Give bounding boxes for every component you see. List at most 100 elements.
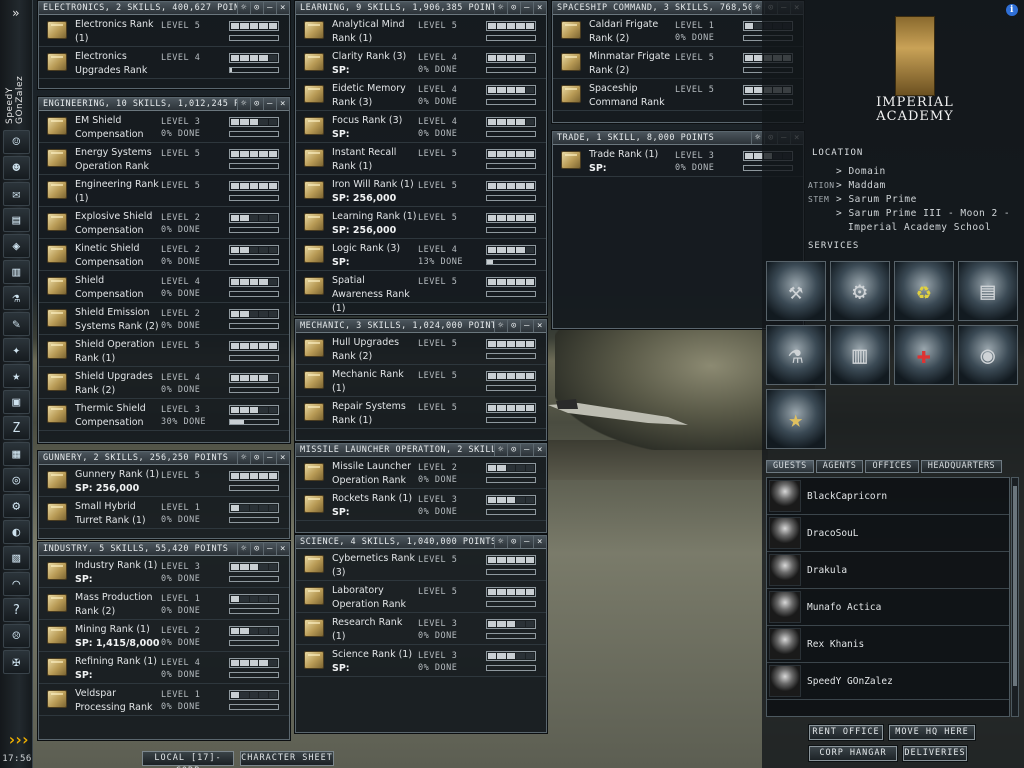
science-icon[interactable]: ⚗ [3, 286, 30, 310]
skill-row[interactable]: Laboratory Operation Rank LEVEL 5 [296, 581, 546, 613]
minimize-icon[interactable]: – [263, 98, 276, 110]
contracts-icon[interactable]: ✎ [3, 312, 30, 336]
minimize-icon[interactable]: – [263, 543, 276, 555]
tab-offices[interactable]: OFFICES [865, 460, 919, 473]
collapse-arrows-icon[interactable]: ››› [3, 730, 31, 750]
close-icon[interactable]: × [533, 320, 546, 332]
people-icon[interactable]: ☻ [3, 156, 30, 180]
options-icon[interactable]: ☼ [494, 2, 507, 14]
tab-headquarters[interactable]: HEADQUARTERS [920, 460, 1003, 473]
skill-group-window-industry[interactable]: INDUSTRY, 5 SKILLS, 55,420 POINTS ☼ ⊙ – × Ind… [38, 542, 290, 740]
pin-icon[interactable]: ⊙ [250, 452, 263, 464]
window-header[interactable]: GUNNERY, 2 SKILLS, 256,250 POINTS ☼ ⊙ – × [39, 452, 289, 465]
close-icon[interactable]: × [533, 536, 546, 548]
expand-icon[interactable]: » [4, 3, 28, 23]
drones-icon[interactable]: ✠ [3, 650, 30, 674]
window-header[interactable]: ELECTRONICS, 2 SKILLS, 400,627 POINTS ☼ ⊙ –… [39, 2, 289, 15]
options-icon[interactable]: ☼ [237, 452, 250, 464]
guest-row[interactable]: Drakula [767, 552, 1009, 589]
journal-icon[interactable]: ▧ [3, 546, 30, 570]
skill-row[interactable]: Shield Operation Rank (1) LEVEL 5 [39, 335, 289, 367]
skill-row[interactable]: Veldspar Processing Rank LEVEL 1 0% DONE [39, 684, 289, 716]
close-icon[interactable]: × [276, 452, 289, 464]
skill-row[interactable]: Gunnery Rank (1) SP: 256,000 LEVEL 5 [39, 465, 289, 497]
skill-row[interactable]: Focus Rank (3) SP: LEVEL 4 0% DONE [296, 111, 546, 143]
close-icon[interactable]: × [533, 2, 546, 14]
guest-row[interactable]: BlackCapricorn [767, 478, 1009, 515]
skill-row[interactable]: Electronics Rank (1) LEVEL 5 [39, 15, 289, 47]
skill-row[interactable]: Rockets Rank (1) SP: LEVEL 3 0% DONE [296, 489, 546, 521]
location-station[interactable]: > Sarum Prime III - Moon 2 - [836, 208, 1010, 219]
minimize-icon[interactable]: – [520, 444, 533, 456]
taskbar-character-sheet[interactable]: CHARACTER SHEET [240, 751, 334, 766]
options-icon[interactable]: ☼ [494, 536, 507, 548]
options-icon[interactable]: ☼ [237, 98, 250, 110]
cloning-service-icon[interactable]: ◉ [958, 325, 1018, 385]
options-icon[interactable]: ☼ [494, 444, 507, 456]
skill-row[interactable]: Mining Rank (1) SP: 1,415/8,000 LEVEL 2 0% … [39, 620, 289, 652]
minimize-icon[interactable]: – [520, 320, 533, 332]
corporation-icon[interactable]: ★ [3, 364, 30, 388]
skill-row[interactable]: Kinetic Shield Compensation LEVEL 2 0% DON… [39, 239, 289, 271]
skill-row[interactable]: Spatial Awareness Rank (1) LEVEL 5 [296, 271, 546, 314]
window-header[interactable]: MISSILE LAUNCHER OPERATION, 2 SKILLS ☼ ⊙ – × [296, 444, 546, 457]
wallet-icon[interactable]: ▦ [3, 442, 30, 466]
skill-row[interactable]: Industry Rank (1) SP: LEVEL 3 0% DONE [39, 556, 289, 588]
fitting-service-icon[interactable]: ⚙ [830, 261, 890, 321]
location-system[interactable]: > Sarum Prime [836, 194, 917, 205]
skill-row[interactable]: Instant Recall Rank (1) LEVEL 5 [296, 143, 546, 175]
skill-row[interactable]: Thermic Shield Compensation LEVEL 3 30% DO… [39, 399, 289, 431]
options-icon[interactable]: ☼ [494, 320, 507, 332]
close-icon[interactable]: × [276, 2, 289, 14]
minimize-icon[interactable]: – [263, 2, 276, 14]
location-station-name[interactable]: Imperial Academy School [848, 222, 991, 233]
repairshop-service-icon[interactable]: ⚒ [766, 261, 826, 321]
skill-group-window-engineering[interactable]: ENGINEERING, 10 SKILLS, 1,012,245 POINTS… [38, 97, 290, 443]
close-icon[interactable]: × [533, 444, 546, 456]
character-name[interactable]: SpeedY GOnZalez [5, 44, 25, 124]
skill-row[interactable]: Research Rank (1) LEVEL 3 0% DONE [296, 613, 546, 645]
bounty-office-service-icon[interactable]: ★ [766, 389, 826, 449]
guest-row[interactable]: Rex Khanis [767, 626, 1009, 663]
skill-row[interactable]: Analytical Mind Rank (1) LEVEL 5 [296, 15, 546, 47]
guest-row[interactable]: DracoSouL [767, 515, 1009, 552]
tab-guests[interactable]: GUESTS [766, 460, 814, 473]
minimize-icon[interactable]: – [520, 2, 533, 14]
window-header[interactable]: LEARNING, 9 SKILLS, 1,906,385 POINTS ☼ ⊙ – × [296, 2, 546, 15]
skill-row[interactable]: Learning Rank (1) SP: 256,000 LEVEL 5 [296, 207, 546, 239]
skill-row[interactable]: Missile Launcher Operation Rank LEVEL 2 0%… [296, 457, 546, 489]
character-icon[interactable]: ☹ [3, 624, 30, 648]
skill-row[interactable]: Engineering Rank (1) LEVEL 5 [39, 175, 289, 207]
window-header[interactable]: ENGINEERING, 10 SKILLS, 1,012,245 POINTS… [39, 98, 289, 111]
skill-group-window-missile[interactable]: MISSILE LAUNCHER OPERATION, 2 SKILLS ☼ ⊙ – ×… [295, 443, 547, 533]
skill-row[interactable]: Energy Systems Operation Rank LEVEL 5 [39, 143, 289, 175]
browser-icon[interactable]: ◐ [3, 520, 30, 544]
guest-list-scrollbar[interactable] [1011, 477, 1019, 717]
minimize-icon[interactable]: – [263, 452, 276, 464]
skill-row[interactable]: Shield Compensation LEVEL 4 0% DONE [39, 271, 289, 303]
guest-row[interactable]: Munafo Actica [767, 589, 1009, 626]
pin-icon[interactable]: ⊙ [507, 536, 520, 548]
skill-row[interactable]: Iron Will Rank (1) SP: 256,000 LEVEL 5 [296, 175, 546, 207]
skill-row[interactable]: Cybernetics Rank (3) LEVEL 5 [296, 549, 546, 581]
mail-icon[interactable]: ✉ [3, 182, 30, 206]
assets-icon[interactable]: ▣ [3, 390, 30, 414]
skill-row[interactable]: Refining Rank (1) SP: LEVEL 4 0% DONE [39, 652, 289, 684]
pin-icon[interactable]: ⊙ [250, 2, 263, 14]
portrait-icon[interactable]: ☺ [3, 130, 30, 154]
skill-row[interactable]: Logic Rank (3) SP: LEVEL 4 13% DONE [296, 239, 546, 271]
location-region[interactable]: > Domain [836, 166, 886, 177]
skill-row[interactable]: Shield Emission Systems Rank (2) LEVEL 2 0… [39, 303, 289, 335]
pin-icon[interactable]: ⊙ [507, 320, 520, 332]
tab-agents[interactable]: AGENTS [815, 460, 864, 473]
skill-row[interactable]: Hull Upgrades Rank (2) LEVEL 5 [296, 333, 546, 365]
move-hq-here-button[interactable]: MOVE HQ HERE [889, 725, 975, 740]
skill-group-window-science[interactable]: SCIENCE, 4 SKILLS, 1,040,000 POINTS ☼ ⊙ – × C… [295, 535, 547, 733]
headset-icon[interactable]: ◠ [3, 572, 30, 596]
notepad-icon[interactable]: ▤ [3, 208, 30, 232]
medical-service-icon[interactable]: ✚ [894, 325, 954, 385]
skill-group-window-learning[interactable]: LEARNING, 9 SKILLS, 1,906,385 POINTS ☼ ⊙ – ×… [295, 1, 547, 315]
market-icon[interactable]: ▥ [3, 260, 30, 284]
window-header[interactable]: INDUSTRY, 5 SKILLS, 55,420 POINTS ☼ ⊙ – × [39, 543, 289, 556]
factory-service-icon[interactable]: ⚗ [766, 325, 826, 385]
